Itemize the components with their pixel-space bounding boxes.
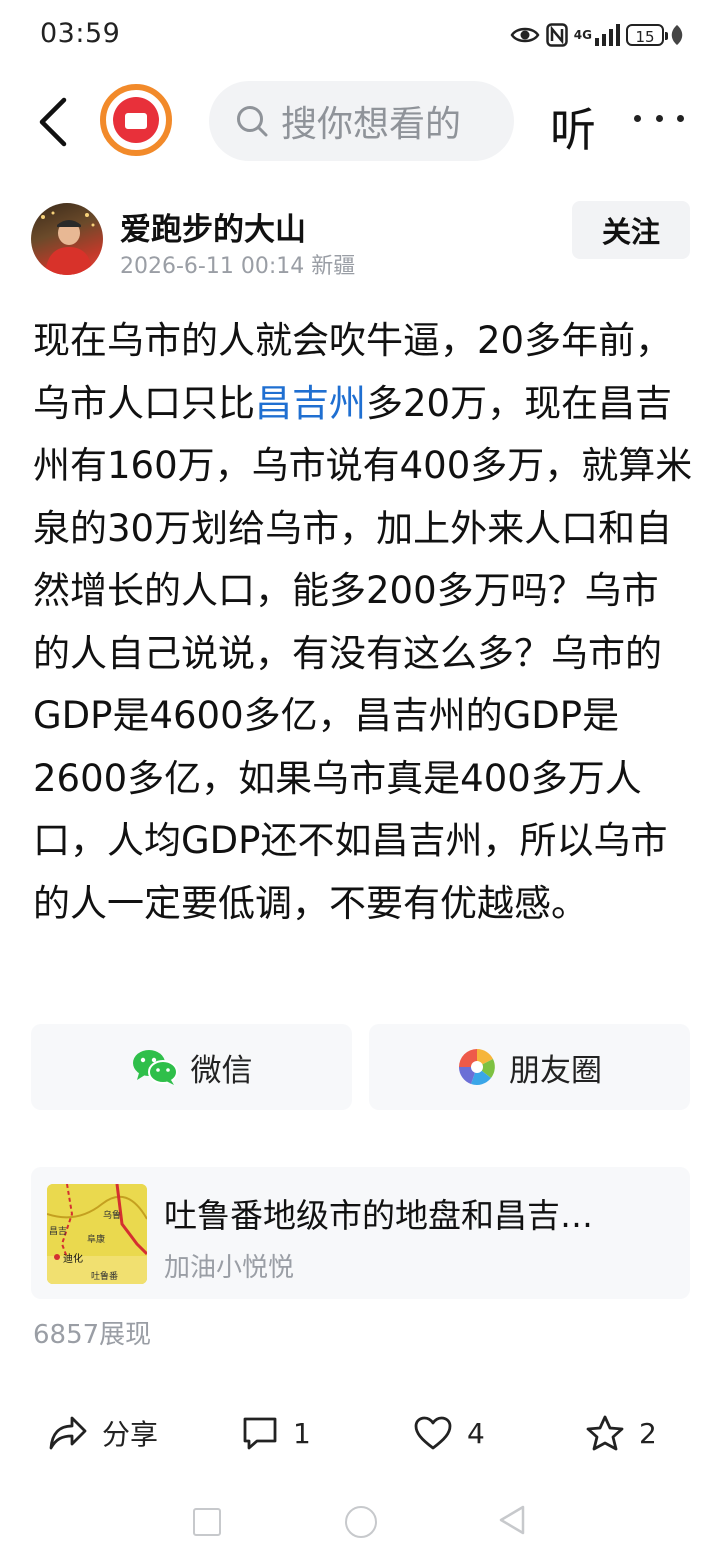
star-icon [586,1415,624,1451]
related-article-title: 吐鲁番地级市的地盘和昌吉… [164,1196,593,1235]
avatar-image [41,211,95,275]
follow-button[interactable]: 关注 [572,201,690,259]
like-action[interactable]: 4 [413,1408,485,1458]
listen-button[interactable]: 听 [550,94,596,160]
post-location: 新疆 [311,254,356,279]
status-icons: 4G 15 [510,18,684,52]
related-article-author: 加油小悦悦 [164,1253,295,1283]
map-label-wulu: 乌鲁 [103,1209,121,1221]
network-type: 4G [573,28,592,42]
system-back-icon[interactable] [498,1504,526,1536]
signal-icon [595,24,620,46]
status-time: 03:59 [40,18,121,49]
article-body: 现在乌市的人就会吹牛逼，20多年前，乌市人口只比昌吉州多20万，现在昌吉州有16… [33,310,695,935]
map-thumbnail: 昌吉 阜康 乌鲁 迪化 吐鲁番 [47,1184,147,1284]
view-count: 6857展现 [33,1320,152,1350]
wechat-icon [132,1050,178,1085]
app-logo[interactable] [100,84,172,156]
home-button[interactable] [345,1506,377,1538]
comment-icon [243,1417,277,1450]
map-label-fukang: 阜康 [87,1233,105,1245]
map-label-turpan: 吐鲁番 [91,1270,118,1282]
eye-icon [510,27,540,43]
battery-level: 15 [635,28,655,46]
search-placeholder: 搜你想看的 [281,104,462,145]
comment-count: 1 [293,1416,311,1450]
map-label-changji: 昌吉 [49,1226,67,1237]
avatar[interactable] [31,203,103,275]
more-options-icon[interactable] [634,103,684,133]
recent-apps-button[interactable] [193,1508,221,1536]
favorite-action[interactable]: 2 [585,1408,657,1458]
map-label-dihua: 迪化 [63,1252,83,1265]
related-article-card[interactable]: 昌吉 阜康 乌鲁 迪化 吐鲁番 吐鲁番地级市的地盘和昌吉… 加油小悦悦 [31,1167,690,1299]
comment-action[interactable]: 1 [241,1408,311,1458]
moments-label: 朋友圈 [509,1052,602,1089]
share-moments-button[interactable]: 朋友圈 [369,1024,690,1110]
nfc-icon [546,23,568,47]
heart-icon [414,1416,452,1450]
moments-icon [458,1049,495,1085]
author-name[interactable]: 爱跑步的大山 [120,204,306,249]
favorite-count: 2 [639,1416,657,1450]
battery-indicator: 15 [626,24,668,46]
back-arrow-icon[interactable] [32,96,76,148]
app-logo-mark [113,97,159,143]
article-text-part2: 多20万，现在昌吉州有160万，乌市说有400多万，就算米泉的30万划给乌市，加… [33,381,693,925]
share-wechat-button[interactable]: 微信 [31,1024,352,1110]
share-label: 分享 [102,1418,159,1451]
wechat-label: 微信 [190,1052,253,1089]
leaf-icon [671,25,683,45]
article-link[interactable]: 昌吉州 [255,382,366,425]
share-action[interactable]: 分享 [48,1408,158,1458]
post-date: 2026-6-11 00:14 [120,254,305,279]
search-icon [237,106,268,137]
search-bar[interactable]: 搜你想看的 [209,81,514,161]
like-count: 4 [467,1416,485,1450]
share-arrow-icon [49,1416,87,1450]
post-meta: 2026-6-11 00:14 新疆 [120,248,355,280]
